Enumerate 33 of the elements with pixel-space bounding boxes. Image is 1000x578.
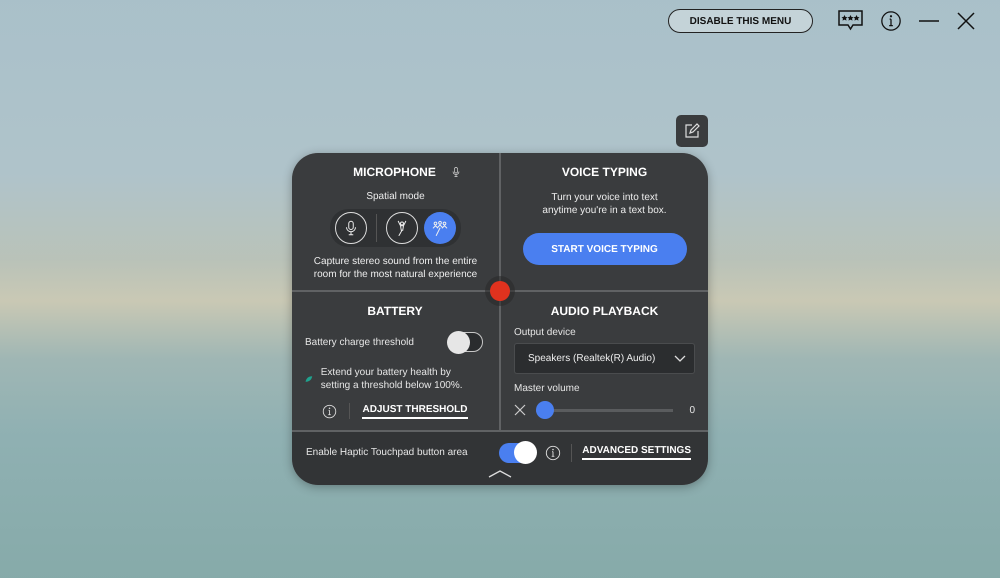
- field-label: Output device: [514, 326, 577, 339]
- mode-description: Capture stereo sound from the entire room for the most natural experience: [312, 255, 478, 281]
- section-title: VOICE TYPING: [562, 165, 648, 179]
- mode-button[interactable]: [386, 212, 418, 244]
- section-title: BATTERY: [366, 304, 424, 318]
- info-icon[interactable]: [880, 10, 902, 32]
- group-microphone-icon: [431, 219, 449, 237]
- toggle-label: Battery charge threshold: [305, 336, 414, 348]
- section-title: AUDIO PLAYBACK: [550, 304, 660, 318]
- voice-typing-description: Turn your voice into text anytime you're in a text box.: [541, 191, 668, 217]
- toggle-label: Enable Haptic Touchpad button area: [306, 446, 468, 459]
- chevron-down-icon: [674, 354, 686, 362]
- volume-reading: 0: [689, 404, 695, 416]
- edit-icon: [684, 123, 700, 139]
- edit-button[interactable]: [676, 115, 708, 147]
- section-subtitle: Spatial mode: [366, 191, 425, 202]
- chevron-up-icon[interactable]: [488, 470, 512, 478]
- adjust-threshold-link[interactable]: ADJUST THRESHOLD: [362, 404, 468, 418]
- close-icon[interactable]: [956, 11, 976, 31]
- microphone-icon: [450, 165, 462, 179]
- chat-bubble-stars-icon[interactable]: [837, 9, 864, 33]
- field-label: Master volume: [514, 382, 581, 395]
- output-device-dropdown[interactable]: Speakers (Realtek(R) Audio): [514, 343, 695, 374]
- advanced-settings-link[interactable]: ADVANCED SETTINGS: [582, 445, 691, 460]
- volume-slider-thumb[interactable]: [536, 401, 554, 419]
- mute-x-icon[interactable]: [514, 404, 526, 416]
- battery-note: Extend your battery health by setting a threshold below 100%.: [320, 366, 464, 392]
- toggle-switch[interactable]: [449, 332, 483, 352]
- disable-menu-button[interactable]: DISABLE THIS MENU: [668, 9, 813, 33]
- section-title: MICROPHONE: [353, 165, 436, 179]
- mode-button[interactable]: [335, 212, 367, 244]
- mode-button[interactable]: [424, 212, 456, 244]
- start-voice-typing-button[interactable]: START VOICE TYPING: [522, 233, 686, 265]
